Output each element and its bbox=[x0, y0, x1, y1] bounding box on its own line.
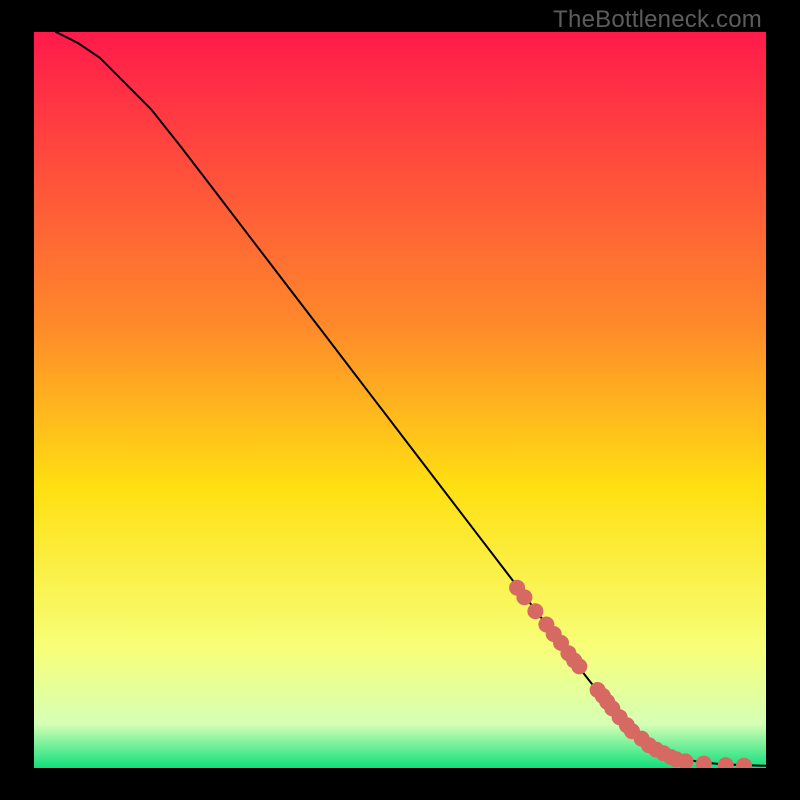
data-marker bbox=[527, 603, 543, 619]
data-marker bbox=[516, 589, 532, 605]
watermark-label: TheBottleneck.com bbox=[553, 6, 762, 34]
gradient-background bbox=[34, 32, 766, 768]
chart-frame: TheBottleneck.com bbox=[0, 0, 800, 800]
data-marker bbox=[571, 658, 587, 674]
chart-svg bbox=[34, 32, 766, 768]
plot-area bbox=[34, 32, 766, 768]
